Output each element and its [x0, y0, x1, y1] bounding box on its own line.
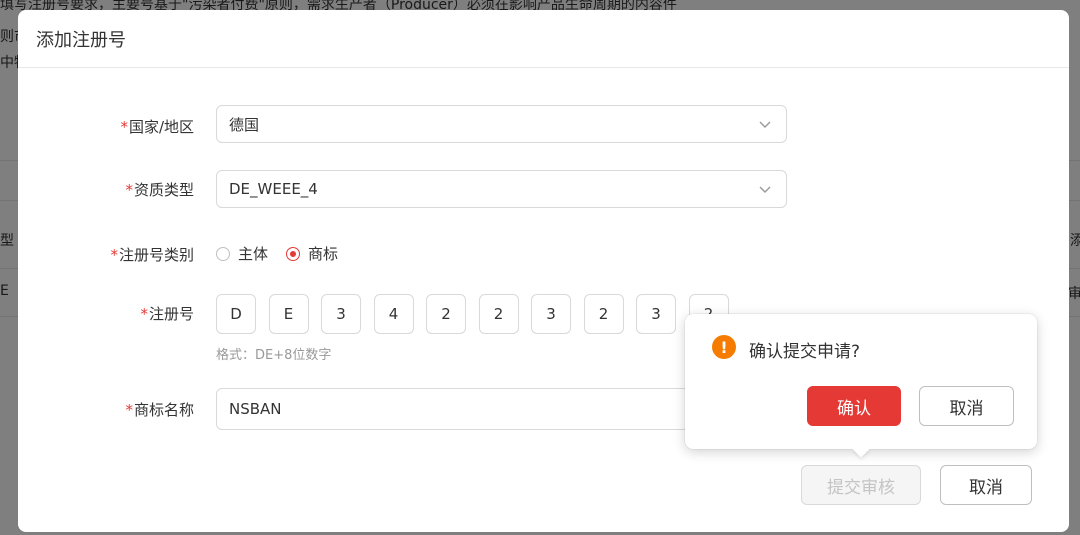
radio-entity[interactable]: 主体	[216, 243, 268, 264]
brand-name-value: NSBAN	[229, 400, 282, 418]
brand-name-input[interactable]: NSBAN	[216, 388, 696, 430]
digit-input[interactable]: 4	[373, 294, 414, 334]
qualification-select[interactable]: DE_WEEE_4	[216, 170, 787, 208]
dialog-header: 添加注册号	[18, 10, 1069, 68]
submit-review-button[interactable]: 提交审核	[801, 465, 921, 505]
digit-input[interactable]: 2	[478, 294, 519, 334]
country-value: 德国	[229, 115, 260, 134]
required-mark: *	[120, 118, 128, 136]
exclamation-icon: !	[712, 335, 736, 359]
digit-input[interactable]: 2	[583, 294, 624, 334]
reg-number-label: *注册号	[140, 305, 194, 323]
digit-input[interactable]: 2	[426, 294, 466, 334]
radio-label: 主体	[238, 245, 269, 263]
reg-number-digits: D E 3 4 2 2 3 2 3 2	[216, 294, 741, 334]
digit-input[interactable]: 3	[531, 294, 571, 334]
reg-number-hint: 格式：DE+8位数字	[216, 348, 332, 363]
confirm-cancel-button[interactable]: 取消	[919, 386, 1014, 426]
radio-label: 商标	[308, 245, 339, 263]
chevron-down-icon	[759, 121, 771, 128]
required-mark: *	[125, 181, 133, 199]
digit-input[interactable]: 3	[321, 294, 361, 334]
country-label: *国家/地区	[120, 118, 194, 136]
cancel-button[interactable]: 取消	[940, 465, 1032, 505]
radio-checked-icon	[286, 246, 301, 261]
brand-name-label: *商标名称	[125, 401, 194, 419]
add-registration-dialog: 添加注册号 *国家/地区 德国 *资质类型 DE_WEEE_4 *注册号类别 主…	[18, 10, 1069, 532]
reg-type-radio-group: 主体 商标	[216, 243, 356, 264]
digit-input[interactable]: 3	[636, 294, 676, 334]
confirm-message: 确认提交申请?	[749, 342, 861, 362]
confirm-ok-button[interactable]: 确认	[807, 386, 901, 426]
qualification-label: *资质类型	[125, 181, 194, 199]
digit-input[interactable]: D	[216, 294, 256, 334]
radio-unchecked-icon	[216, 246, 230, 261]
required-mark: *	[140, 305, 148, 323]
qualification-value: DE_WEEE_4	[229, 180, 318, 198]
required-mark: *	[110, 246, 118, 264]
confirm-popover: ! 确认提交申请? 确认 取消	[685, 314, 1037, 449]
dialog-title: 添加注册号	[36, 29, 126, 51]
radio-trademark[interactable]: 商标	[286, 243, 338, 264]
reg-type-label: *注册号类别	[110, 246, 194, 264]
required-mark: *	[125, 401, 133, 419]
country-select[interactable]: 德国	[216, 105, 787, 143]
chevron-down-icon	[759, 186, 771, 193]
digit-input[interactable]: E	[268, 294, 309, 334]
